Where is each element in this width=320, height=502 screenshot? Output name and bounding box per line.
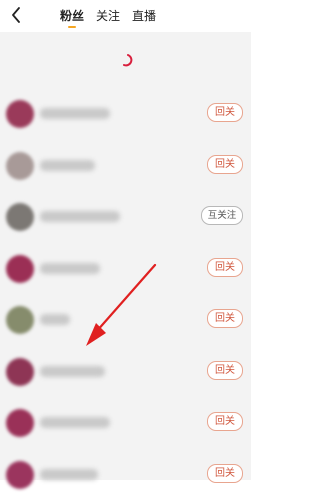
back-button[interactable] [8,6,24,24]
list-item[interactable]: 回关 [0,348,251,400]
avatar[interactable] [6,255,34,283]
follow-back-button[interactable]: 回关 [207,412,243,431]
avatar[interactable] [6,203,34,231]
username-blurred [40,263,100,274]
username-blurred [40,211,120,222]
list-item[interactable]: 回关 [0,451,251,502]
follow-back-button[interactable]: 回关 [207,309,243,328]
follow-back-button[interactable]: 回关 [207,361,243,380]
username-blurred [40,314,70,325]
tab-live[interactable]: 直播 [132,0,156,32]
username-blurred [40,469,98,480]
avatar[interactable] [6,358,34,386]
fans-list: 回关回关互关注回关回关回关回关回关 [0,90,251,502]
loading-spinner-icon [118,52,134,68]
top-bar: 粉丝 关注 直播 [0,0,251,32]
mutual-follow-button[interactable]: 互关注 [201,206,243,225]
list-item[interactable]: 互关注 [0,193,251,245]
avatar[interactable] [6,152,34,180]
tab-following[interactable]: 关注 [96,0,120,32]
follow-back-button[interactable]: 回关 [207,258,243,277]
tab-bar: 粉丝 关注 直播 [60,0,168,32]
follow-back-button[interactable]: 回关 [207,103,243,122]
avatar[interactable] [6,100,34,128]
username-blurred [40,417,110,428]
fans-list-area[interactable]: 回关回关互关注回关回关回关回关回关 [0,32,251,480]
avatar[interactable] [6,409,34,437]
list-item[interactable]: 回关 [0,296,251,348]
username-blurred [40,108,110,119]
avatar[interactable] [6,306,34,334]
avatar[interactable] [6,461,34,489]
tab-fans[interactable]: 粉丝 [60,0,84,32]
follow-back-button[interactable]: 回关 [207,155,243,174]
username-blurred [40,160,95,171]
list-item[interactable]: 回关 [0,90,251,142]
list-item[interactable]: 回关 [0,245,251,297]
list-item[interactable]: 回关 [0,142,251,194]
chevron-left-icon [11,7,21,23]
username-blurred [40,366,105,377]
list-item[interactable]: 回关 [0,399,251,451]
